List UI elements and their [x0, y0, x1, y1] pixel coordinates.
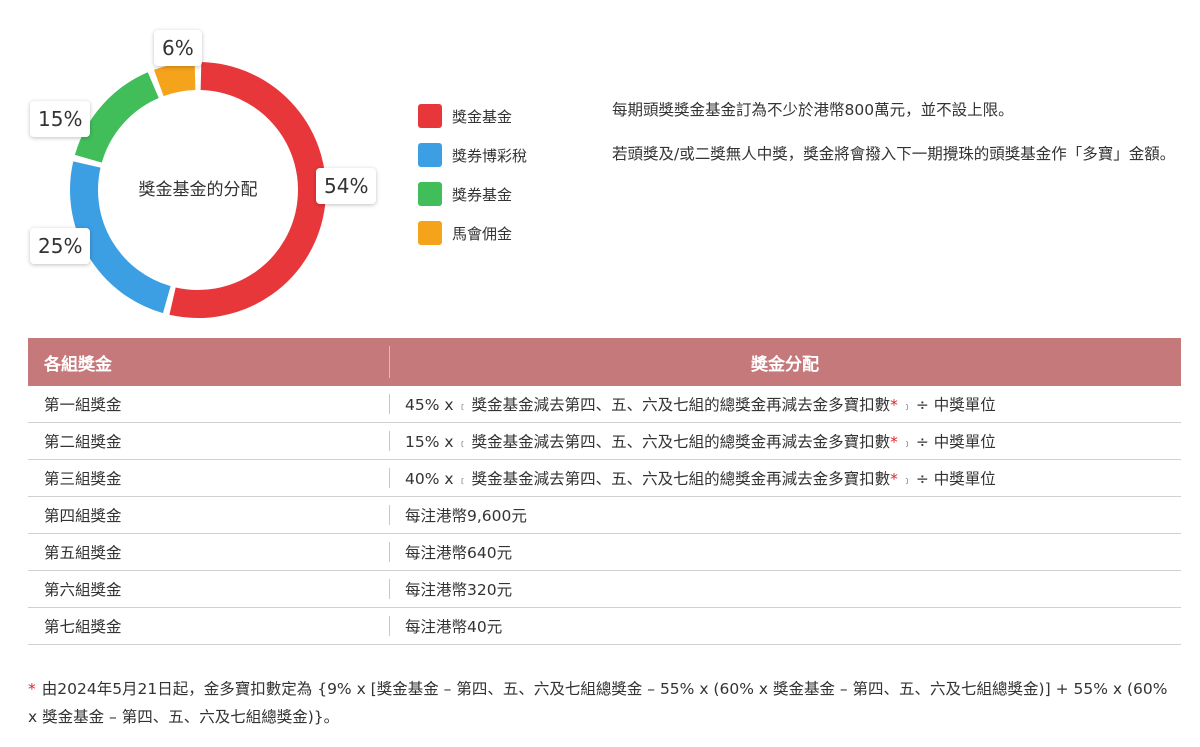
prize-fund-info: 每期頭獎獎金基金訂為不少於港幣800萬元，並不設上限。 若頭獎及/或二獎無人中獎… [612, 96, 1187, 184]
table-row: 第六組獎金 每注港幣320元 [28, 570, 1181, 608]
legend-item-lotteries-fund[interactable]: 獎券基金 [418, 181, 527, 207]
slice-label-betting-duty: 25% [30, 228, 91, 264]
table-row: 第一組獎金 45% x ﹝ 獎金基金減去第四、五、六及七組的總獎金再減去金多寶扣數*… [28, 386, 1181, 423]
legend-label: 獎券博彩稅 [452, 146, 528, 165]
legend-item-prize-fund[interactable]: 獎金基金 [418, 103, 527, 129]
formula-percent: 15% x [405, 433, 454, 451]
header-prize-allocation: 獎金分配 [389, 338, 1181, 386]
slice-label-lotteries-fund: 15% [30, 101, 91, 137]
slice-label-club-commission: 6% [154, 30, 202, 66]
table-row: 第五組獎金 每注港幣640元 [28, 533, 1181, 571]
legend-label: 獎券基金 [452, 185, 513, 204]
formula-open-bracket: ﹝ [457, 476, 468, 487]
legend-item-club-commission[interactable]: 馬會佣金 [418, 220, 527, 246]
slice-lotteries-fund[interactable] [74, 72, 160, 164]
footnote-asterisk: * [890, 396, 898, 414]
legend-swatch-club-commission [418, 221, 442, 245]
info-minimum-first-prize: 每期頭獎獎金基金訂為不少於港幣800萬元，並不設上限。 [612, 101, 1014, 119]
formula-percent: 40% x [405, 470, 454, 488]
snowball-deduction-footnote: * 由2024年5月21日起，金多寶扣數定為 {9% x [獎金基金 – 第四、五… [28, 675, 1178, 731]
donut-chart-title: 獎金基金的分配 [138, 180, 258, 200]
legend-label: 馬會佣金 [452, 224, 513, 243]
slice-club-commission[interactable] [154, 62, 196, 97]
formula-divisor: ÷ 中獎單位 [915, 433, 996, 451]
table-row: 第四組獎金 每注港幣9,600元 [28, 496, 1181, 534]
formula-divisor: ÷ 中獎單位 [915, 470, 996, 488]
table-header-row: 各組獎金 獎金分配 [28, 338, 1181, 386]
formula-divisor: ÷ 中獎單位 [915, 396, 996, 414]
legend-swatch-lotteries-fund [418, 182, 442, 206]
prize-group-name: 第七組獎金 [28, 607, 389, 645]
prize-group-name: 第一組獎金 [28, 386, 389, 423]
prize-allocation-amount: 每注港幣40元 [389, 607, 1181, 645]
table-row: 第七組獎金 每注港幣40元 [28, 607, 1181, 645]
legend-label: 獎金基金 [452, 107, 513, 126]
formula-close-bracket: ﹞ [901, 402, 912, 413]
formula-body: 獎金基金減去第四、五、六及七組的總獎金再減去金多寶扣數 [471, 433, 891, 451]
prize-group-name: 第五組獎金 [28, 533, 389, 571]
legend-swatch-prize-fund [418, 104, 442, 128]
formula-open-bracket: ﹝ [457, 402, 468, 413]
prize-allocation-formula: 15% x ﹝ 獎金基金減去第四、五、六及七組的總獎金再減去金多寶扣數* ﹞ ÷ 中獎單… [389, 422, 1181, 460]
formula-percent: 45% x [405, 396, 454, 414]
formula-body: 獎金基金減去第四、五、六及七組的總獎金再減去金多寶扣數 [471, 396, 891, 414]
prize-group-name: 第二組獎金 [28, 422, 389, 460]
formula-close-bracket: ﹞ [901, 476, 912, 487]
prize-allocation-table: 各組獎金 獎金分配 第一組獎金 45% x ﹝ 獎金基金減去第四、五、六及七組的總獎… [28, 338, 1181, 645]
formula-body: 獎金基金減去第四、五、六及七組的總獎金再減去金多寶扣數 [471, 470, 891, 488]
prize-allocation-amount: 每注港幣9,600元 [389, 496, 1181, 534]
footnote-asterisk: * [28, 680, 36, 698]
prize-allocation-amount: 每注港幣640元 [389, 533, 1181, 571]
legend-item-betting-duty[interactable]: 獎券博彩稅 [418, 142, 527, 168]
header-prize-group: 各組獎金 [28, 338, 389, 386]
prize-group-name: 第六組獎金 [28, 570, 389, 608]
table-row: 第二組獎金 15% x ﹝ 獎金基金減去第四、五、六及七組的總獎金再減去金多寶扣數*… [28, 422, 1181, 460]
footnote-text: 由2024年5月21日起，金多寶扣數定為 {9% x [獎金基金 – 第四、五、… [28, 680, 1168, 726]
table-row: 第三組獎金 40% x ﹝ 獎金基金減去第四、五、六及七組的總獎金再減去金多寶扣數*… [28, 459, 1181, 497]
prize-group-name: 第三組獎金 [28, 459, 389, 497]
footnote-asterisk: * [890, 433, 898, 451]
formula-close-bracket: ﹞ [901, 439, 912, 450]
prize-allocation-formula: 45% x ﹝ 獎金基金減去第四、五、六及七組的總獎金再減去金多寶扣數* ﹞ ÷ 中獎單… [389, 386, 1181, 423]
prize-group-name: 第四組獎金 [28, 496, 389, 534]
prize-allocation-formula: 40% x ﹝ 獎金基金減去第四、五、六及七組的總獎金再減去金多寶扣數* ﹞ ÷ 中獎單… [389, 459, 1181, 497]
info-jackpot-rollover: 若頭獎及/或二獎無人中獎，獎金將會撥入下一期攪珠的頭獎基金作「多寶」金額。 [612, 145, 1176, 163]
footnote-asterisk: * [890, 470, 898, 488]
prize-allocation-amount: 每注港幣320元 [389, 570, 1181, 608]
slice-label-prize-fund: 54% [316, 168, 377, 204]
formula-open-bracket: ﹝ [457, 439, 468, 450]
chart-legend: 獎金基金 獎券博彩稅 獎券基金 馬會佣金 [418, 103, 527, 259]
legend-swatch-betting-duty [418, 143, 442, 167]
